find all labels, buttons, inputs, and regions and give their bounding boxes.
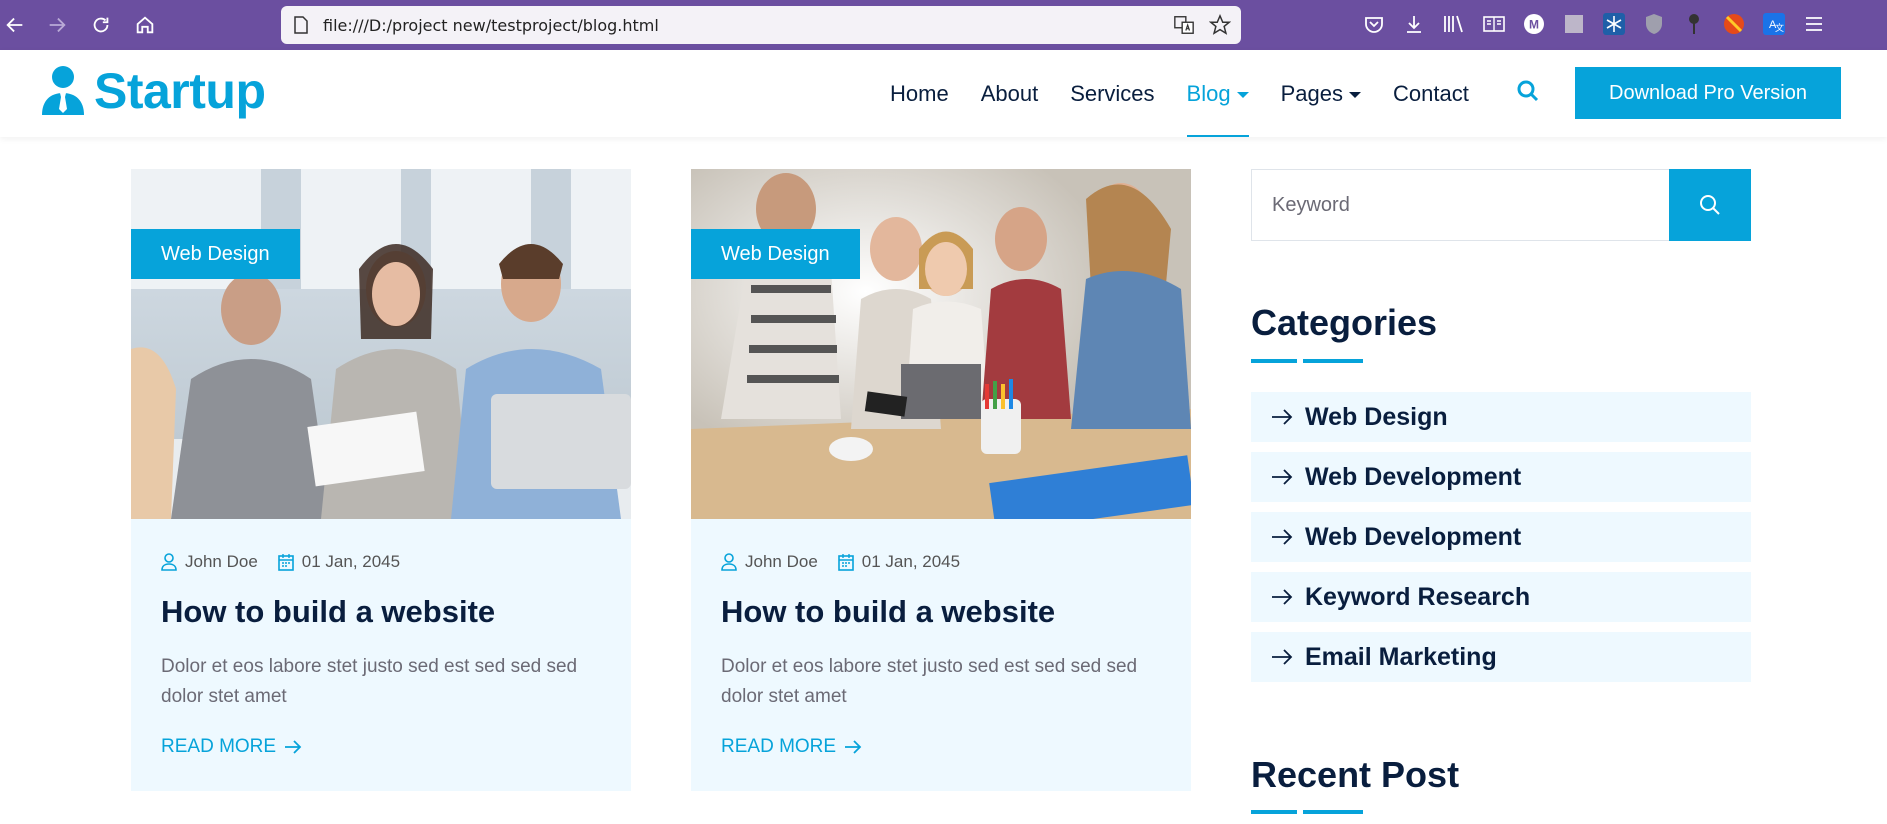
blog-card: Web Design John Doe 01 Jan, 2045 How to …	[131, 169, 631, 791]
download-pro-button[interactable]: Download Pro Version	[1575, 67, 1841, 119]
address-bar[interactable]: file:///D:/project new/testproject/blog.…	[281, 6, 1241, 44]
url-text: file:///D:/project new/testproject/blog.…	[323, 15, 659, 35]
categories-title: Categories	[1251, 302, 1438, 343]
keyword-search-input[interactable]	[1252, 170, 1669, 240]
menu-label: Services	[1070, 80, 1155, 106]
download-icon[interactable]	[1402, 12, 1426, 36]
author: John Doe	[721, 552, 818, 572]
menu-item-services[interactable]: Services	[1070, 50, 1154, 137]
category-label: Web Development	[1305, 522, 1522, 551]
svg-text:M: M	[1529, 18, 1539, 32]
post-excerpt: Dolor et eos labore stet justo sed est s…	[721, 656, 1138, 707]
snowflake-extension-icon[interactable]	[1602, 12, 1626, 36]
category-label: Keyword Research	[1305, 582, 1531, 611]
arrow-right-icon	[1272, 529, 1293, 545]
main-menu: Home About Services Blog Pages Contact	[890, 50, 1501, 137]
category-list: Web Design Web Development Web Developme…	[1251, 392, 1751, 692]
menu-label: Blog	[1186, 80, 1231, 106]
post-excerpt: Dolor et eos labore stet justo sed est s…	[161, 656, 578, 707]
translator-extension-icon[interactable]: A文	[1762, 12, 1786, 36]
library-icon[interactable]	[1442, 12, 1466, 36]
arrow-right-icon	[1272, 649, 1293, 665]
site-navbar: Startup Home About Services Blog Pages C…	[0, 50, 1887, 137]
category-item[interactable]: Email Marketing	[1251, 632, 1751, 682]
logo-text: Startup	[94, 63, 266, 119]
author-name: John Doe	[185, 552, 258, 571]
menu-item-about[interactable]: About	[981, 50, 1039, 137]
title-underline	[1251, 359, 1363, 363]
blog-card: Web Design John Doe 01 Jan, 2045 How to …	[691, 169, 1191, 791]
arrow-right-icon	[845, 740, 862, 754]
caret-down-icon	[1348, 91, 1361, 98]
menu-item-blog[interactable]: Blog	[1186, 50, 1249, 137]
recent-post-title: Recent Post	[1251, 754, 1460, 795]
blocker-extension-icon[interactable]	[1722, 12, 1746, 36]
date: 01 Jan, 2045	[837, 552, 961, 572]
user-tie-icon	[42, 66, 84, 115]
search-submit-button[interactable]	[1669, 169, 1751, 241]
category-label: Email Marketing	[1305, 642, 1497, 671]
account-m-icon[interactable]: M	[1522, 12, 1546, 36]
category-label: Web Development	[1305, 462, 1522, 491]
category-tag[interactable]: Web Design	[691, 229, 860, 279]
sidebar-search	[1251, 169, 1751, 241]
svg-text:文: 文	[1775, 22, 1784, 33]
post-meta: John Doe 01 Jan, 2045	[721, 552, 980, 572]
browser-toolbar: file:///D:/project new/testproject/blog.…	[0, 0, 1887, 50]
category-item[interactable]: Web Development	[1251, 452, 1751, 502]
search-icon[interactable]	[1517, 80, 1539, 107]
bookmark-star-icon[interactable]	[1208, 13, 1232, 41]
read-more-link[interactable]: READ MORE	[721, 736, 862, 758]
menu-item-pages[interactable]: Pages	[1281, 50, 1361, 137]
author-name: John Doe	[745, 552, 818, 571]
search-icon	[1700, 195, 1720, 215]
read-more-label: READ MORE	[161, 736, 277, 757]
arrow-right-icon	[1272, 409, 1293, 425]
user-icon	[161, 553, 177, 571]
home-icon[interactable]	[130, 10, 160, 40]
shield-extension-icon[interactable]	[1642, 12, 1666, 36]
post-date: 01 Jan, 2045	[301, 552, 401, 571]
menu-label: Contact	[1392, 80, 1469, 106]
menu-label: Home	[890, 80, 949, 106]
category-item[interactable]: Web Development	[1251, 512, 1751, 562]
logo[interactable]: Startup	[40, 62, 266, 120]
extension-square-icon[interactable]	[1562, 12, 1586, 36]
key-extension-icon[interactable]	[1682, 12, 1706, 36]
read-more-label: READ MORE	[721, 736, 837, 757]
menu-item-contact[interactable]: Contact	[1393, 50, 1469, 137]
blog-image-business-meeting[interactable]: Web Design	[131, 169, 631, 519]
arrow-right-icon	[1272, 469, 1293, 485]
menu-hamburger-icon[interactable]	[1802, 12, 1826, 36]
reader-view-icon[interactable]	[1482, 12, 1506, 36]
calendar-icon	[837, 554, 854, 571]
back-icon[interactable]	[0, 10, 30, 40]
post-title[interactable]: How to build a website	[721, 594, 1055, 630]
page-icon	[294, 16, 308, 34]
pocket-icon[interactable]	[1362, 12, 1386, 36]
calendar-icon	[277, 554, 294, 571]
category-item[interactable]: Web Design	[1251, 392, 1751, 442]
date: 01 Jan, 2045	[277, 552, 401, 572]
title-underline	[1251, 810, 1363, 814]
user-icon	[721, 553, 737, 571]
reload-icon[interactable]	[86, 10, 116, 40]
forward-icon[interactable]	[42, 10, 72, 40]
arrow-right-icon	[285, 740, 302, 754]
caret-down-icon	[1236, 91, 1249, 98]
menu-item-home[interactable]: Home	[890, 50, 949, 137]
post-date: 01 Jan, 2045	[861, 552, 961, 571]
translate-icon[interactable]	[1173, 14, 1195, 41]
blog-image-team-collaboration[interactable]: Web Design	[691, 169, 1191, 519]
arrow-right-icon	[1272, 589, 1293, 605]
menu-label: About	[980, 80, 1039, 106]
post-meta: John Doe 01 Jan, 2045	[161, 552, 420, 572]
category-item[interactable]: Keyword Research	[1251, 572, 1751, 622]
author: John Doe	[161, 552, 258, 572]
category-label: Web Design	[1305, 402, 1448, 431]
post-title[interactable]: How to build a website	[161, 594, 495, 630]
category-tag[interactable]: Web Design	[131, 229, 300, 279]
menu-label: Pages	[1280, 80, 1343, 106]
read-more-link[interactable]: READ MORE	[161, 736, 302, 758]
